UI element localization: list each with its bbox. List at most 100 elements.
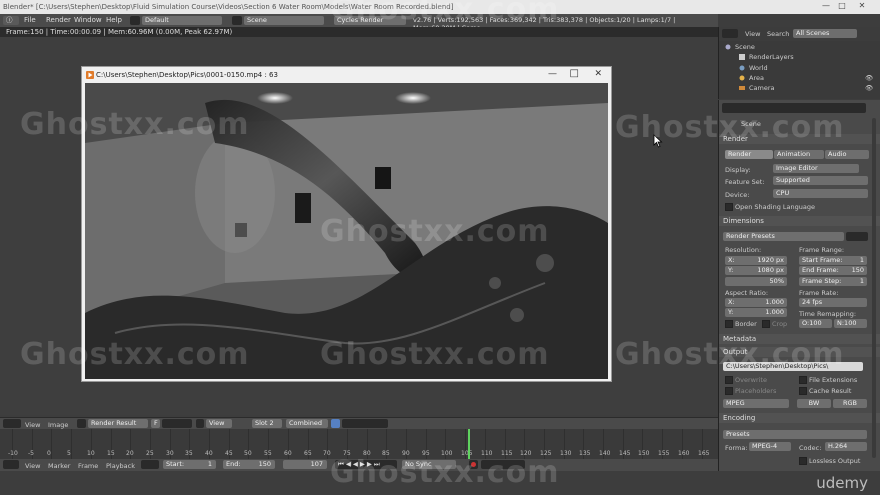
render-tab-button[interactable]: Render	[725, 150, 773, 159]
render-section-header[interactable]: Render	[719, 134, 880, 144]
player-minimize-button[interactable]: —	[548, 69, 557, 79]
dimensions-section-header[interactable]: Dimensions	[719, 216, 880, 226]
resolution-percent-field[interactable]: 50%	[725, 277, 787, 286]
encoding-section-header[interactable]: Encoding	[719, 413, 880, 423]
border-checkbox[interactable]	[725, 320, 733, 328]
player-close-button[interactable]: ✕	[594, 69, 602, 79]
display-channel-icon[interactable]	[331, 419, 340, 428]
outliner-editor-icon[interactable]	[722, 29, 738, 38]
record-icon[interactable]	[471, 462, 476, 467]
render-presets-select[interactable]: Render Presets	[723, 232, 844, 241]
resolution-y-field[interactable]: Y: 1080 px	[725, 266, 787, 275]
frame-rate-select[interactable]: 24 fps	[799, 298, 867, 307]
feature-set-select[interactable]: Supported	[773, 176, 868, 185]
aspect-y-field[interactable]: Y: 1.000	[725, 308, 787, 317]
encoding-presets-select[interactable]: Presets	[723, 430, 867, 439]
audio-tab-button[interactable]: Audio	[825, 150, 869, 159]
end-frame-field[interactable]: End: 150	[223, 460, 275, 469]
player-maximize-button[interactable]: □	[570, 68, 579, 79]
preview-range-icon[interactable]	[141, 460, 159, 469]
timeline-tick-label: 90	[402, 450, 410, 457]
output-path-field[interactable]: C:\Users\Stephen\Desktop\Pics\	[723, 362, 863, 371]
start-frame-prop-field[interactable]: Start Frame: 1	[799, 256, 867, 265]
menu-file[interactable]: File	[24, 16, 36, 24]
resolution-x-field[interactable]: X: 1920 px	[725, 256, 787, 265]
pass-select[interactable]: Combined	[286, 419, 328, 428]
device-select[interactable]: CPU	[773, 189, 868, 198]
view-mode-icon[interactable]	[196, 419, 204, 428]
area-visibility-icon[interactable]: 👁	[865, 74, 873, 82]
camera-visibility-icon[interactable]: 👁	[865, 84, 873, 92]
codec-select[interactable]: H.264	[825, 442, 867, 451]
cache-result-checkbox[interactable]	[799, 387, 807, 395]
maximize-button[interactable]: □	[836, 1, 848, 12]
outliner-view-menu[interactable]: View	[745, 30, 760, 38]
editor-type-icon[interactable]	[3, 419, 21, 428]
image-browse-icon[interactable]	[77, 419, 86, 428]
menu-render[interactable]: Render	[46, 16, 71, 24]
timeline-marker-menu[interactable]: Marker	[48, 462, 70, 470]
output-section-header[interactable]: Output	[719, 347, 880, 357]
outliner-search-menu[interactable]: Search	[767, 30, 789, 38]
outliner-item-scene[interactable]: Scene	[735, 43, 755, 51]
timeline-area[interactable]: -10 -5 0 5 10 15 20 25 30 35 40 45 50 55 60 65 70 75 80 85 9…	[0, 429, 718, 459]
layout-icon[interactable]	[130, 16, 140, 25]
outliner-item-renderlayers[interactable]: RenderLayers	[749, 53, 794, 61]
timeline-tick-label: 100	[441, 450, 453, 457]
animation-tab-button[interactable]: Animation	[774, 150, 824, 159]
rgb-button[interactable]: RGB	[833, 399, 867, 408]
metadata-section-header[interactable]: Metadata	[719, 334, 880, 344]
scene-icon[interactable]	[232, 16, 242, 25]
scene-select[interactable]: Scene	[244, 16, 324, 25]
current-frame-field[interactable]: 107	[283, 460, 327, 469]
timeline-tick-label: 60	[284, 450, 292, 457]
menu-help[interactable]: Help	[106, 16, 122, 24]
close-button[interactable]: ✕	[856, 1, 868, 12]
outliner-filter-select[interactable]: All Scenes	[793, 29, 857, 38]
fake-user-button[interactable]: F	[151, 419, 160, 428]
image-name-field[interactable]: Render Result	[88, 419, 148, 428]
file-extensions-checkbox[interactable]	[799, 376, 807, 384]
playback-controls[interactable]: ⏮◀◀▶▶⏭	[335, 460, 397, 469]
lossless-checkbox[interactable]	[799, 457, 807, 465]
info-editor-icon[interactable]: ⓘ	[3, 16, 19, 25]
file-format-select[interactable]: MPEG	[723, 399, 789, 408]
properties-context-tabs[interactable]	[722, 103, 866, 113]
start-frame-field[interactable]: Start: 1	[163, 460, 216, 469]
keying-tools[interactable]	[481, 460, 525, 469]
placeholders-checkbox[interactable]	[725, 387, 733, 395]
properties-scrollbar[interactable]	[872, 118, 876, 458]
outliner-item-area[interactable]: Area	[749, 74, 764, 82]
frame-step-field[interactable]: Frame Step: 1	[799, 277, 867, 286]
timeline-frame-menu[interactable]: Frame	[78, 462, 98, 470]
outliner-item-camera[interactable]: Camera	[749, 84, 775, 92]
render-engine-select[interactable]: Cycles Render	[334, 16, 406, 25]
sync-select[interactable]: No Sync	[402, 460, 456, 469]
encoding-format-select[interactable]: MPEG-4	[749, 442, 791, 451]
image-editor-view-select[interactable]: View	[206, 419, 232, 428]
timeline-editor-icon[interactable]	[3, 460, 19, 469]
menu-window[interactable]: Window	[74, 16, 102, 24]
layout-select[interactable]: Default	[142, 16, 222, 25]
osl-checkbox[interactable]	[725, 203, 733, 211]
remap-new-field[interactable]: N:100	[834, 319, 867, 328]
slot-select[interactable]: Slot 2	[252, 419, 282, 428]
overwrite-checkbox[interactable]	[725, 376, 733, 384]
remap-old-field[interactable]: O:100	[799, 319, 832, 328]
bw-button[interactable]: BW	[797, 399, 831, 408]
render-presets-add-remove[interactable]	[846, 232, 868, 241]
image-editor-image-menu[interactable]: Image	[48, 421, 68, 429]
minimize-button[interactable]: —	[820, 1, 832, 12]
image-editor-view-menu[interactable]: View	[25, 421, 40, 429]
display-select[interactable]: Image Editor	[773, 164, 859, 173]
channel-buttons[interactable]	[342, 419, 388, 428]
timeline-view-menu[interactable]: View	[25, 462, 40, 470]
media-player-window[interactable]: C:\Users\Stephen\Desktop\Pics\0001-0150.…	[81, 66, 612, 382]
timeline-playback-menu[interactable]: Playback	[106, 462, 135, 470]
aspect-x-field[interactable]: X: 1.000	[725, 298, 787, 307]
timeline-playhead[interactable]	[468, 429, 470, 459]
crop-checkbox[interactable]	[762, 320, 770, 328]
end-frame-prop-field[interactable]: End Frame: 150	[799, 266, 867, 275]
image-tools-icons[interactable]	[162, 419, 192, 428]
outliner-item-world[interactable]: World	[749, 64, 768, 72]
